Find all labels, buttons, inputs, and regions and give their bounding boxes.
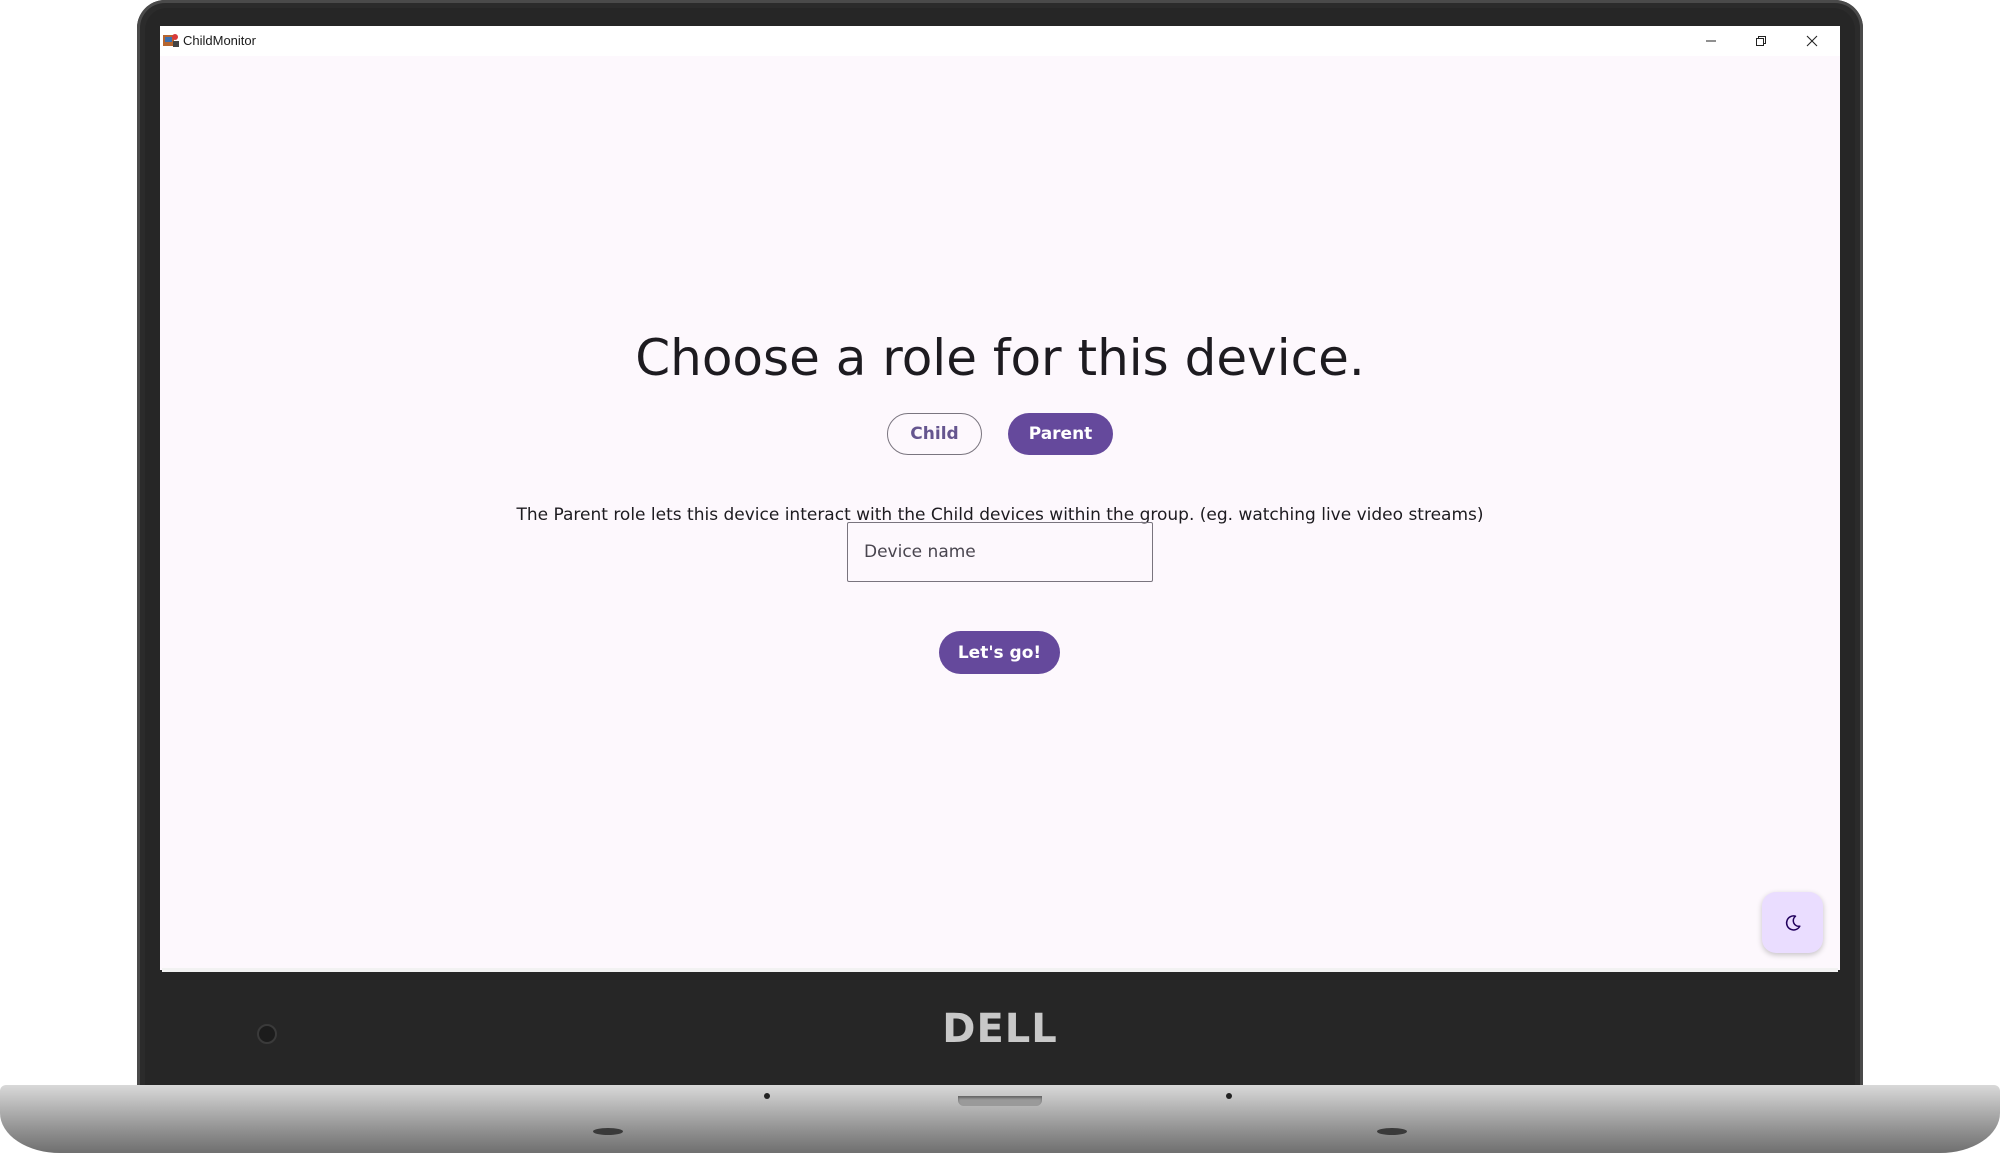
laptop-foot-right	[1377, 1128, 1407, 1135]
minimize-icon	[1706, 40, 1716, 42]
page-title: Choose a role for this device.	[635, 329, 1365, 387]
restore-button[interactable]	[1736, 26, 1786, 56]
role-parent-button[interactable]: Parent	[1008, 413, 1113, 455]
laptop-notch	[958, 1096, 1042, 1106]
device-name-input[interactable]	[847, 522, 1153, 582]
minimize-button[interactable]	[1686, 26, 1736, 56]
laptop-foot-left	[593, 1128, 623, 1135]
close-icon	[1806, 35, 1818, 47]
close-button[interactable]	[1787, 26, 1837, 56]
hinge-right	[1226, 1093, 1232, 1099]
webcam-lens	[257, 1024, 277, 1044]
title-bar[interactable]: ChildMonitor	[160, 26, 1840, 56]
role-selector: Child Parent	[160, 413, 1840, 455]
childmonitor-app-icon	[163, 34, 179, 47]
lets-go-button[interactable]: Let's go!	[939, 631, 1060, 674]
restore-icon	[1756, 36, 1766, 46]
role-child-button[interactable]: Child	[887, 413, 982, 455]
theme-toggle-button[interactable]	[1762, 892, 1823, 953]
app-window: ChildMonitor Choose a role for this devi…	[160, 26, 1840, 970]
moon-icon	[1785, 914, 1801, 931]
window-title: ChildMonitor	[183, 33, 256, 48]
screen-bottom-edge	[162, 968, 1838, 972]
brand-logo: DELL	[942, 1006, 1058, 1052]
hinge-left	[764, 1093, 770, 1099]
